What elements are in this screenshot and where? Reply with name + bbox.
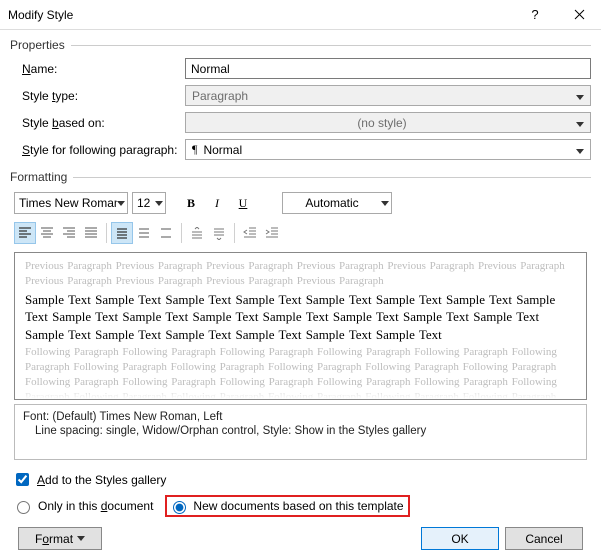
style-type-select[interactable]: Paragraph (185, 85, 591, 106)
separator (234, 223, 235, 243)
chevron-down-icon (77, 536, 85, 541)
spacing-onehalf-button[interactable] (133, 222, 155, 244)
preview-sample: Sample Text Sample Text Sample Text Samp… (25, 291, 576, 344)
spacing-single-button[interactable] (111, 222, 133, 244)
separator (181, 223, 182, 243)
style-type-value: Paragraph (192, 89, 248, 103)
new-documents-label: New documents based on this template (193, 499, 403, 513)
following-select[interactable]: ¶ Normal (185, 139, 591, 160)
options-area: Add to the Styles gallery Only in this d… (10, 470, 591, 517)
style-type-label: Style type: (10, 89, 185, 103)
format-button[interactable]: Format (18, 527, 102, 550)
cancel-button[interactable]: Cancel (505, 527, 583, 550)
name-label: Name: (10, 62, 185, 76)
indent-increase-button[interactable] (261, 222, 283, 244)
help-button[interactable]: ? (513, 0, 557, 30)
align-justify-button[interactable] (80, 222, 102, 244)
align-right-button[interactable] (58, 222, 80, 244)
description-line1: Font: (Default) Times New Roman, Left (23, 411, 578, 423)
chevron-down-icon (572, 116, 588, 130)
underline-button[interactable]: U (232, 192, 254, 214)
font-color-select[interactable]: Automatic (282, 192, 392, 214)
formatting-label: Formatting (10, 170, 67, 184)
new-documents-input[interactable] (173, 501, 186, 514)
space-before-inc-button[interactable] (186, 222, 208, 244)
formatting-group: Formatting Times New Roman 12 B I U Auto… (10, 170, 591, 460)
chevron-down-icon (381, 201, 389, 206)
highlight-box: New documents based on this template (165, 495, 409, 517)
properties-label: Properties (10, 38, 65, 52)
only-in-document-radio[interactable]: Only in this document (12, 498, 153, 514)
only-in-document-input[interactable] (17, 501, 30, 514)
font-name-value: Times New Roman (19, 196, 117, 210)
divider (73, 177, 591, 178)
align-left-button[interactable] (14, 222, 36, 244)
font-name-select[interactable]: Times New Roman (14, 192, 128, 214)
indent-decrease-button[interactable] (239, 222, 261, 244)
chevron-down-icon (117, 201, 125, 206)
properties-group: Properties Name: Style type: Paragraph S… (10, 38, 591, 160)
based-on-select[interactable]: (no style) (185, 112, 591, 133)
font-size-value: 12 (137, 196, 150, 210)
new-documents-radio[interactable]: New documents based on this template (168, 498, 403, 514)
chevron-down-icon (572, 143, 588, 157)
ok-button[interactable]: OK (421, 527, 499, 550)
based-on-value: (no style) (192, 116, 572, 130)
close-icon (574, 9, 585, 20)
spacing-double-button[interactable] (155, 222, 177, 244)
title-bar: Modify Style ? (0, 0, 601, 30)
italic-button[interactable]: I (206, 192, 228, 214)
following-label: Style for following paragraph: (10, 143, 185, 157)
preview-panel: Previous Paragraph Previous Paragraph Pr… (14, 252, 587, 400)
based-on-label: Style based on: (10, 116, 185, 130)
font-color-value: Automatic (289, 196, 375, 210)
close-button[interactable] (557, 0, 601, 30)
chevron-down-icon (155, 201, 163, 206)
name-input[interactable] (185, 58, 591, 79)
align-center-button[interactable] (36, 222, 58, 244)
description-line2: Line spacing: single, Widow/Orphan contr… (23, 425, 578, 437)
add-to-gallery-checkbox[interactable]: Add to the Styles gallery (12, 470, 166, 489)
paragraph-icon: ¶ (192, 142, 197, 157)
preview-previous: Previous Paragraph Previous Paragraph Pr… (25, 259, 576, 289)
divider (71, 45, 591, 46)
font-size-select[interactable]: 12 (132, 192, 166, 214)
description-box: Font: (Default) Times New Roman, Left Li… (14, 404, 587, 460)
add-to-gallery-input[interactable] (16, 473, 29, 486)
separator (106, 223, 107, 243)
window-title: Modify Style (8, 8, 513, 22)
chevron-down-icon (572, 89, 588, 103)
following-value: Normal (203, 143, 242, 157)
bold-button[interactable]: B (180, 192, 202, 214)
space-before-dec-button[interactable] (208, 222, 230, 244)
